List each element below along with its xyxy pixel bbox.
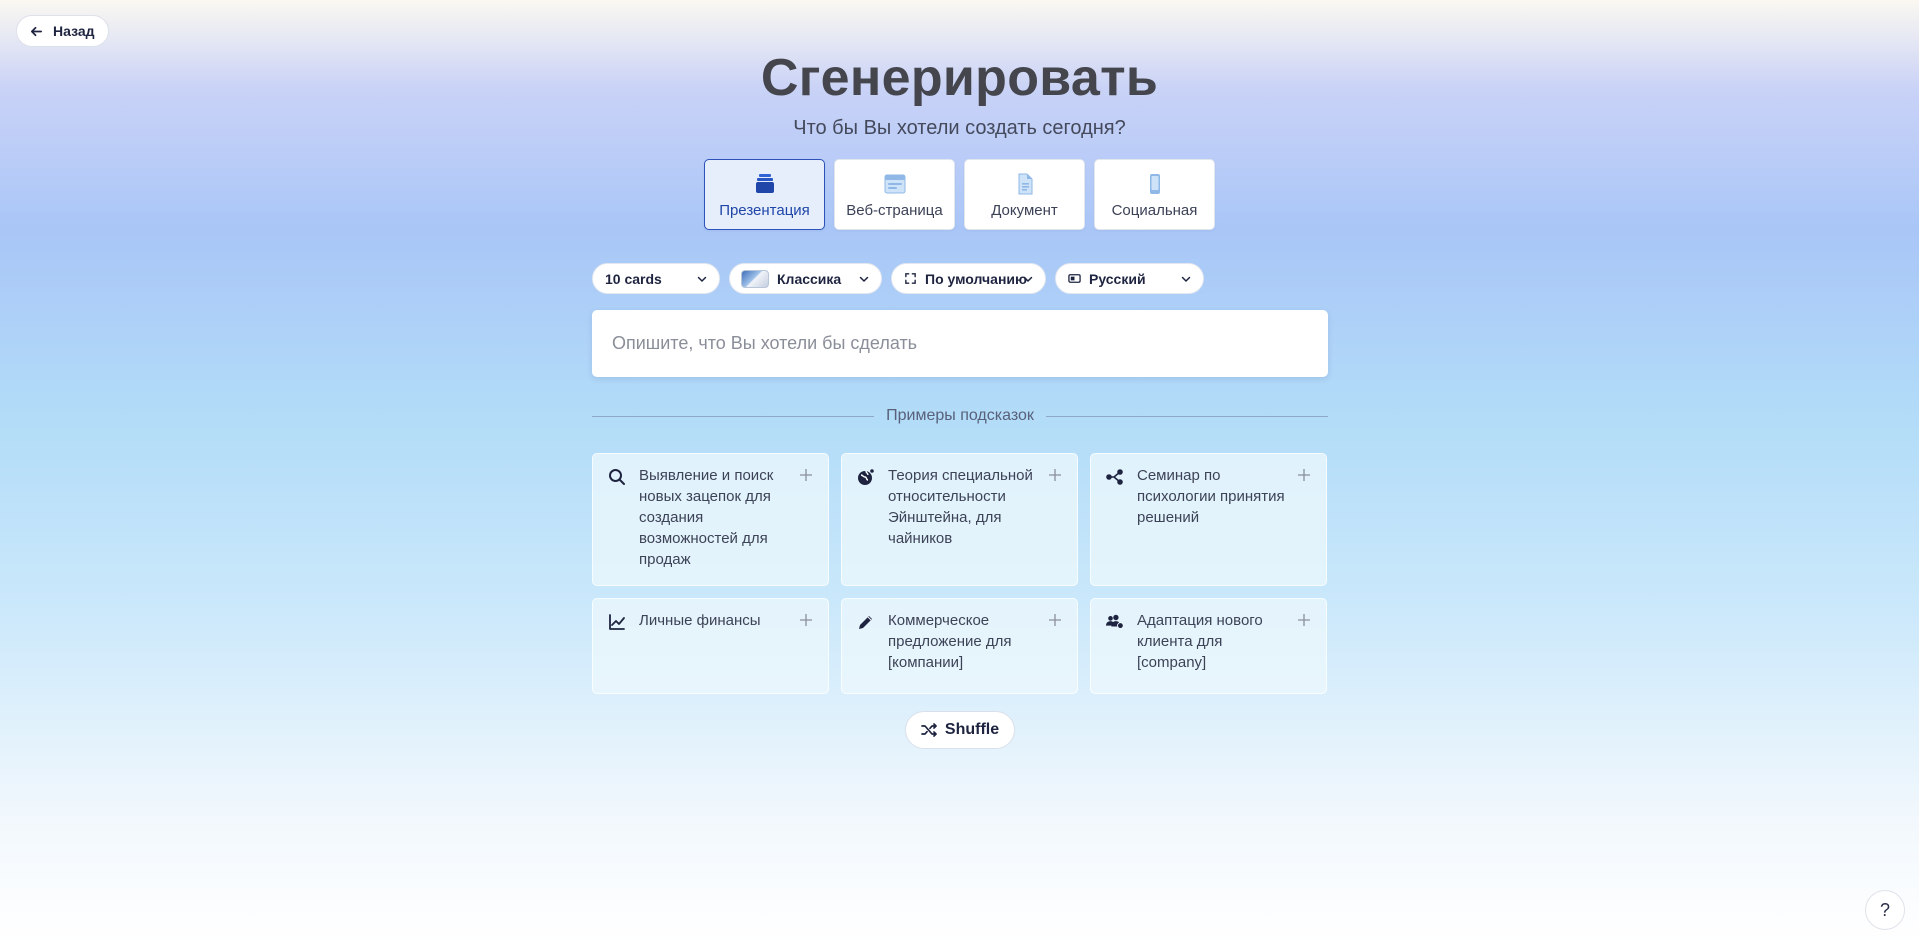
plus-icon	[1049, 469, 1061, 481]
type-document-label: Документ	[991, 202, 1058, 219]
plus-icon	[800, 614, 812, 626]
size-select[interactable]: По умолчанию	[891, 263, 1046, 294]
plus-icon	[1298, 614, 1310, 626]
content-type-selector: Презентация Веб-страница Документ Социал…	[704, 159, 1215, 230]
chevron-down-icon	[697, 276, 707, 282]
divider-line	[592, 415, 875, 417]
language-value: Русский	[1089, 270, 1146, 287]
theme-thumbnail	[741, 269, 769, 288]
phone-icon	[1149, 174, 1160, 194]
arrow-left-icon	[30, 26, 43, 36]
suggestions-grid: Выявление и поиск новых зацепок для созд…	[592, 453, 1328, 694]
suggestion-text: Выявление и поиск новых зацепок для созд…	[639, 467, 774, 568]
stack-icon	[755, 174, 774, 193]
options-bar: 10 cards Классика По умолчанию Русский	[592, 263, 1204, 294]
plus-icon	[1049, 614, 1061, 626]
back-button[interactable]: Назад	[16, 15, 109, 47]
type-presentation[interactable]: Презентация	[704, 159, 825, 230]
suggestion-card[interactable]: Адаптация нового клиента для [company]	[1090, 598, 1327, 694]
shuffle-button[interactable]: Shuffle	[905, 711, 1015, 749]
cards-count-value: 10 cards	[605, 270, 662, 287]
globe-icon	[858, 469, 874, 485]
theme-value: Классика	[777, 270, 842, 287]
page-title: Сгенерировать	[760, 49, 1159, 107]
suggestion-text: Адаптация нового клиента для [company]	[1137, 612, 1263, 671]
examples-label: Примеры подсказок	[886, 407, 1034, 424]
suggestion-text: Коммерческое предложение для [компании]	[888, 612, 1012, 671]
suggestion-card[interactable]: Коммерческое предложение для [компании]	[841, 598, 1078, 694]
divider-line	[1045, 415, 1328, 417]
chevron-down-icon	[1023, 276, 1033, 282]
back-button-label: Назад	[53, 23, 95, 39]
type-webpage-label: Веб-страница	[846, 202, 943, 219]
suggestion-card[interactable]: Семинар по психологии принятия решений	[1090, 453, 1327, 586]
type-presentation-label: Презентация	[719, 202, 810, 219]
line-chart-icon	[609, 614, 625, 630]
chevron-down-icon	[859, 276, 869, 282]
help-icon: ?	[1879, 899, 1890, 920]
document-icon	[1018, 173, 1032, 195]
suggestion-card[interactable]: Теория специальной относительности Эйншт…	[841, 453, 1078, 586]
suggestion-text: Личные финансы	[639, 612, 761, 629]
users-icon	[1106, 614, 1124, 629]
help-button[interactable]: ?	[1865, 890, 1905, 930]
pencil-icon	[859, 616, 872, 629]
expand-icon	[905, 273, 916, 284]
theme-select[interactable]: Классика	[729, 263, 882, 294]
share-nodes-icon	[1106, 469, 1123, 485]
suggestion-card[interactable]: Выявление и поиск новых зацепок для созд…	[592, 453, 829, 586]
type-webpage[interactable]: Веб-страница	[834, 159, 955, 230]
language-icon	[1068, 274, 1081, 283]
search-icon	[609, 469, 625, 485]
plus-icon	[800, 469, 812, 481]
page-subtitle: Что бы Вы хотели создать сегодня?	[793, 117, 1126, 139]
type-social-label: Социальная	[1111, 202, 1198, 219]
size-value: По умолчанию	[925, 270, 1027, 287]
type-social[interactable]: Социальная	[1094, 159, 1215, 230]
type-document[interactable]: Документ	[964, 159, 1085, 230]
cards-count-select[interactable]: 10 cards	[592, 263, 720, 294]
examples-divider: Примеры подсказок	[592, 406, 1328, 426]
language-select[interactable]: Русский	[1055, 263, 1204, 294]
chevron-down-icon	[1181, 276, 1191, 282]
suggestion-text: Теория специальной относительности Эйншт…	[888, 467, 1033, 547]
suggestion-card[interactable]: Личные финансы	[592, 598, 829, 694]
shuffle-icon	[921, 723, 937, 737]
suggestion-text: Семинар по психологии принятия решений	[1137, 467, 1285, 526]
shuffle-label: Shuffle	[944, 721, 1000, 738]
plus-icon	[1298, 469, 1310, 481]
prompt-box	[592, 310, 1328, 377]
prompt-input[interactable]	[612, 333, 1328, 354]
webpage-icon	[884, 174, 905, 194]
